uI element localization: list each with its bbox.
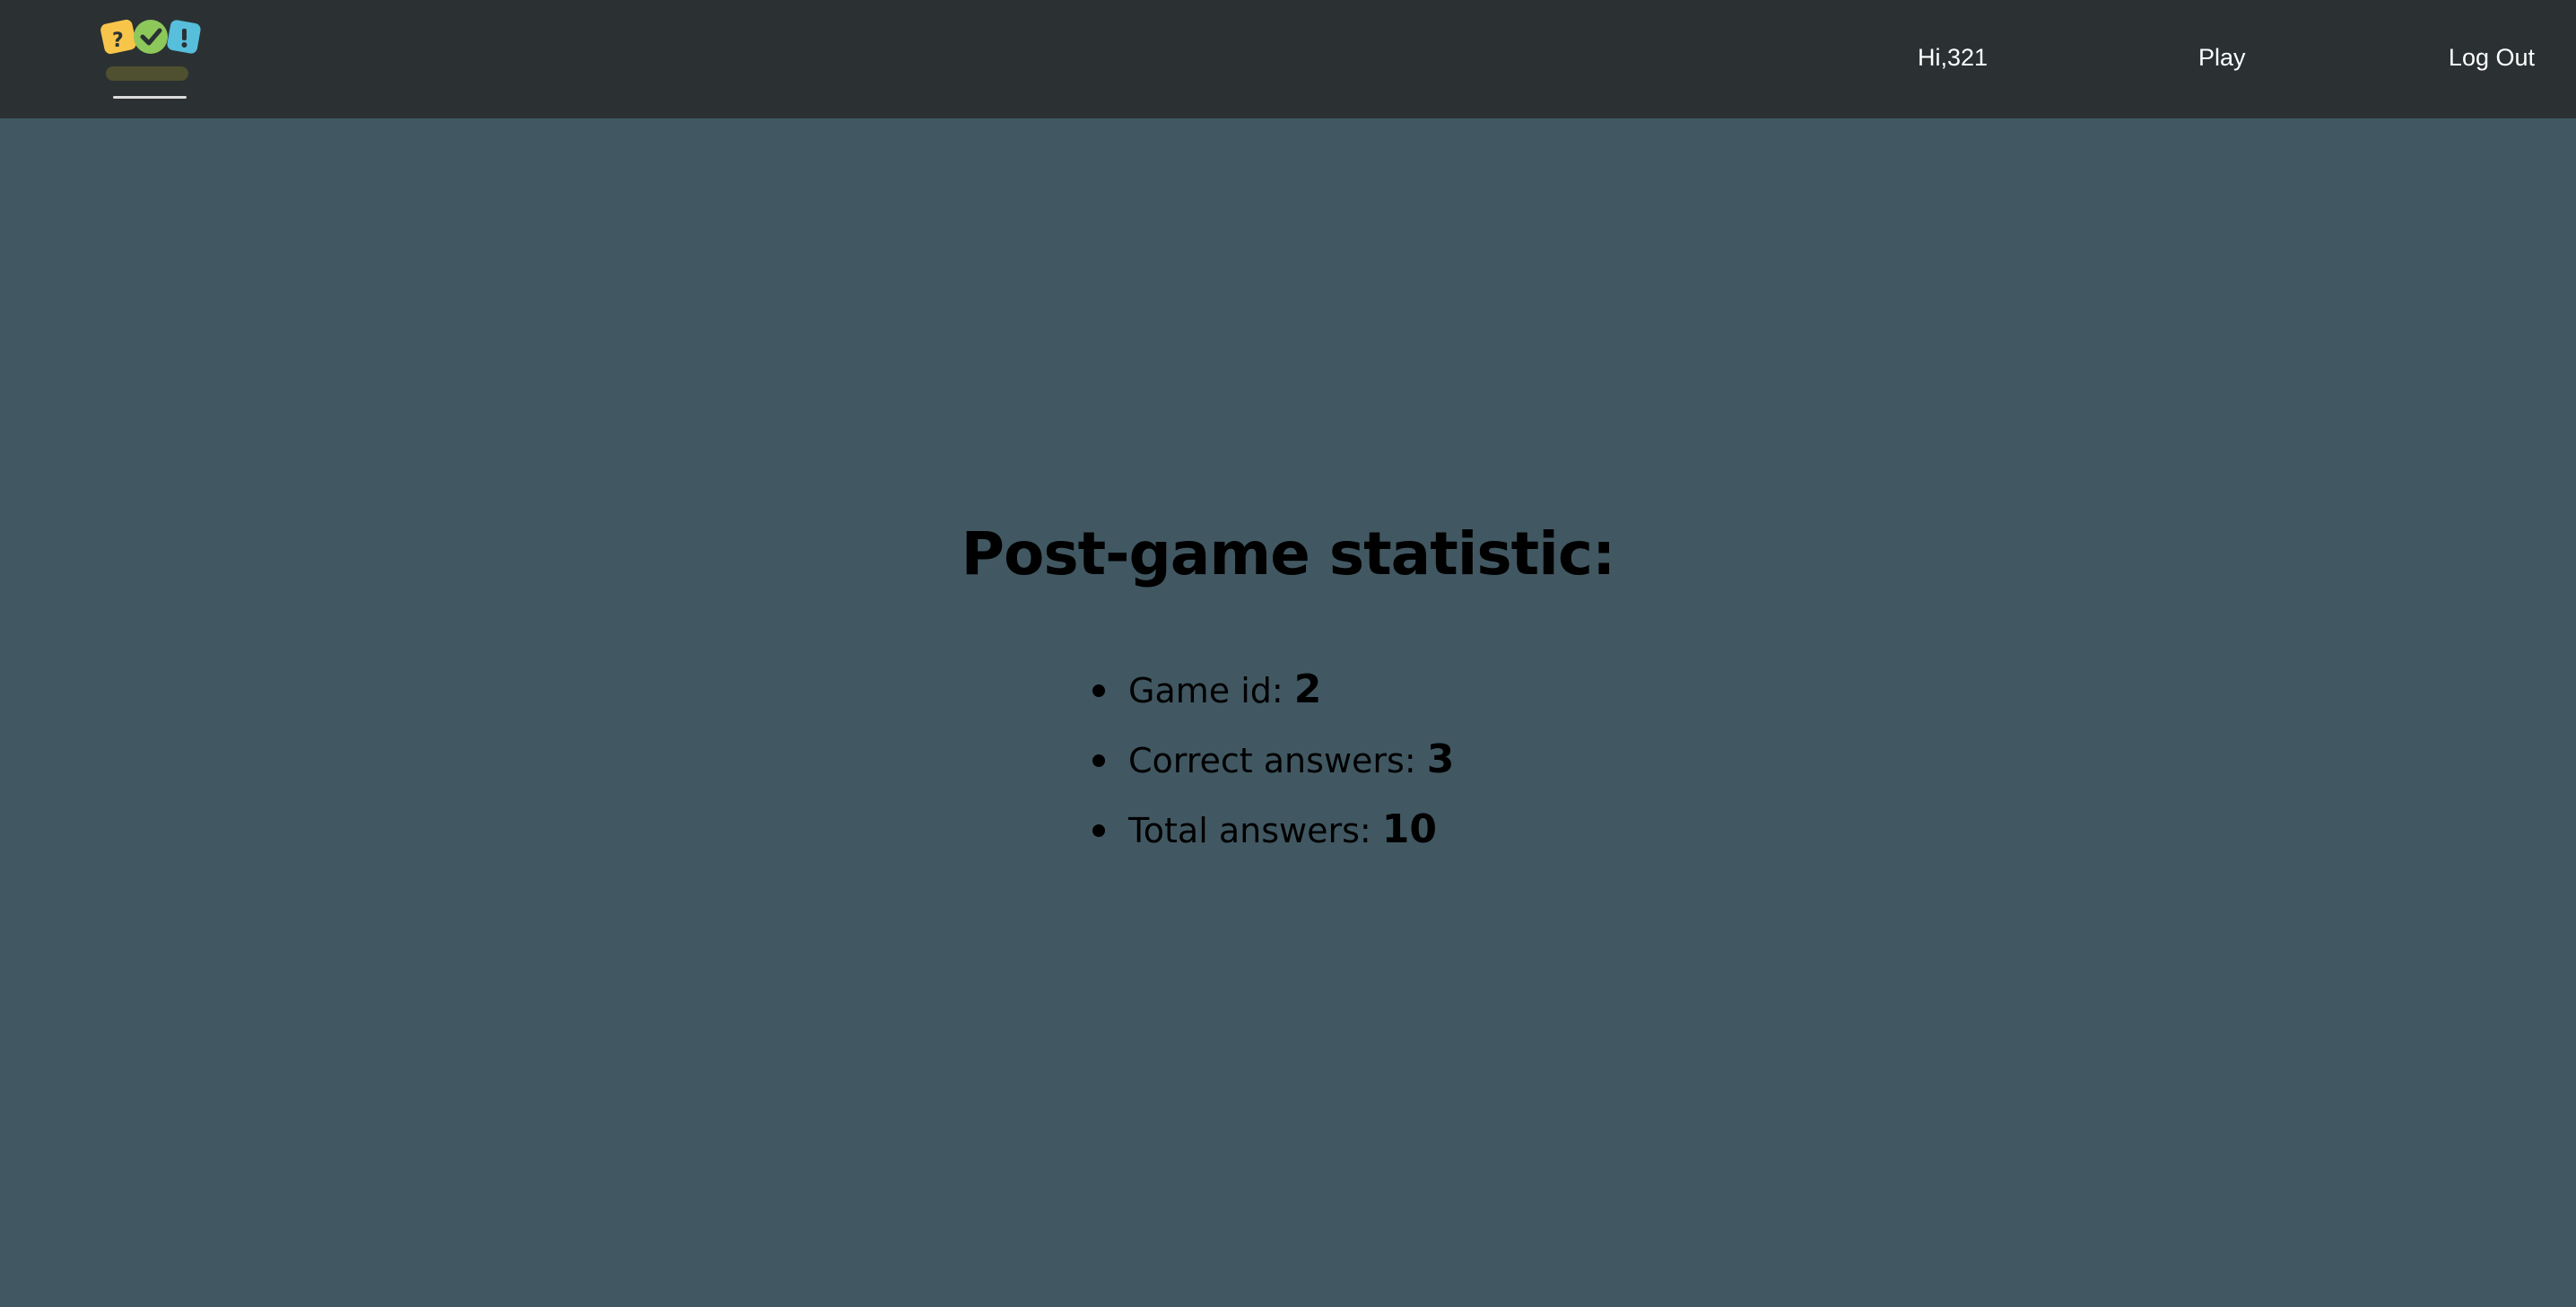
logout-link[interactable]: Log Out xyxy=(2449,39,2535,75)
svg-text:?: ? xyxy=(112,30,124,52)
top-navbar: ? Hi,321 Play Log Out xyxy=(0,0,2576,118)
total-answers-item: Total answers: 10 xyxy=(1092,795,1454,865)
quiz-logo-icon: ? xyxy=(100,19,201,99)
play-link[interactable]: Play xyxy=(2198,39,2246,75)
post-game-statistics: Post-game statistic: Game id: 2 Correct … xyxy=(0,511,2576,852)
game-id-item: Game id: 2 xyxy=(1092,655,1454,725)
correct-answers-label: Correct answers: xyxy=(1128,741,1427,780)
correct-answers-value: 3 xyxy=(1426,736,1455,782)
game-id-label: Game id: xyxy=(1128,671,1294,710)
statistics-list: Game id: 2 Correct answers: 3 Total answ… xyxy=(1092,655,1455,865)
total-answers-value: 10 xyxy=(1381,806,1437,852)
game-id-value: 2 xyxy=(1293,667,1322,712)
total-answers-label: Total answers: xyxy=(1128,811,1382,850)
quiz-logo[interactable]: ? xyxy=(95,14,205,100)
user-greeting: Hi,321 xyxy=(1918,44,1989,71)
correct-answers-item: Correct answers: 3 xyxy=(1092,725,1455,795)
page-title: Post-game statistic: xyxy=(961,519,1616,588)
